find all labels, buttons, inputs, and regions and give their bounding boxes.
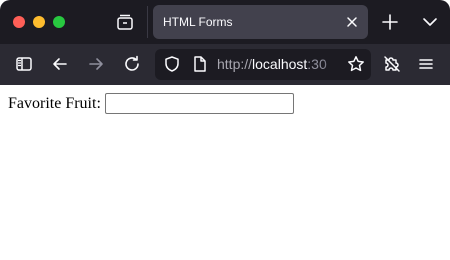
url-scheme: http:// xyxy=(217,56,253,72)
shield-icon[interactable] xyxy=(163,55,181,73)
tab-strip: HTML Forms xyxy=(0,0,450,44)
close-icon[interactable] xyxy=(344,14,360,30)
forward-arrow-icon[interactable] xyxy=(86,54,106,74)
window-minimize-button[interactable] xyxy=(33,16,45,28)
sidebar-icon[interactable] xyxy=(14,54,34,74)
menu-icon[interactable] xyxy=(416,54,436,74)
star-icon[interactable] xyxy=(347,55,365,73)
fruit-label: Favorite Fruit: xyxy=(8,94,101,112)
browser-window: HTML Forms http://localhost:30 Favorite … xyxy=(0,0,450,260)
tab-divider xyxy=(147,6,148,38)
page-content: Favorite Fruit: xyxy=(0,85,450,260)
window-close-button[interactable] xyxy=(13,16,25,28)
url-text[interactable]: http://localhost:30 xyxy=(217,56,327,73)
tab-title: HTML Forms xyxy=(163,15,233,29)
fruit-input[interactable] xyxy=(104,93,294,114)
page-icon[interactable] xyxy=(191,55,209,73)
navigation-toolbar: http://localhost:30 xyxy=(0,44,450,85)
url-fade xyxy=(323,49,337,80)
plus-icon[interactable] xyxy=(380,12,400,32)
extensions-icon[interactable] xyxy=(382,54,402,74)
address-bar[interactable]: http://localhost:30 xyxy=(155,49,371,80)
tab-overview-icon[interactable] xyxy=(115,12,135,32)
reload-icon[interactable] xyxy=(122,54,142,74)
url-host: localhost xyxy=(252,56,308,72)
fruit-field-row: Favorite Fruit: xyxy=(8,93,294,114)
chevron-down-icon[interactable] xyxy=(420,12,440,32)
active-tab[interactable]: HTML Forms xyxy=(153,5,368,39)
window-maximize-button[interactable] xyxy=(53,16,65,28)
back-arrow-icon[interactable] xyxy=(50,54,70,74)
